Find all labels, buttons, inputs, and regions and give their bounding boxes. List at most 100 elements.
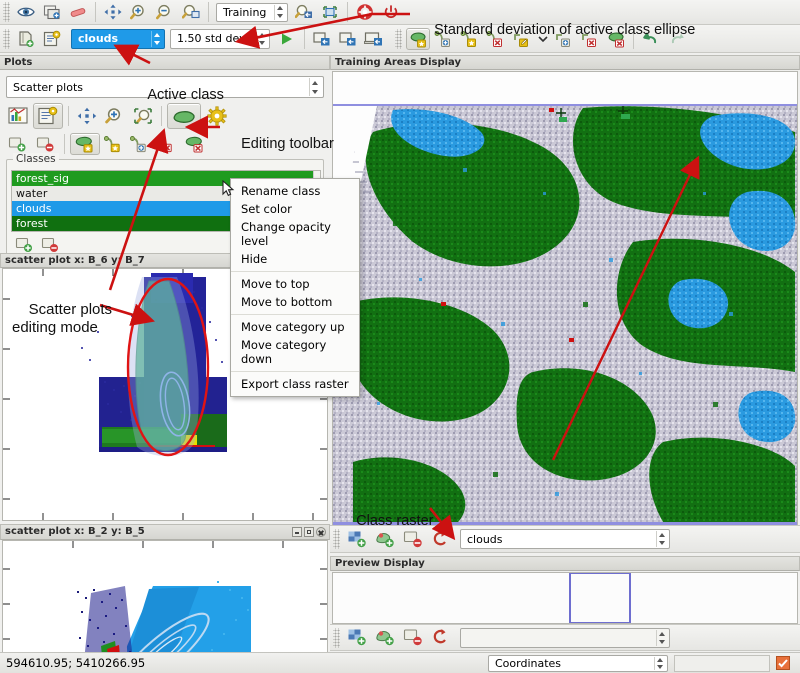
remove-layer-icon[interactable] — [400, 626, 426, 650]
statusbar-extra-field[interactable] — [674, 655, 770, 672]
point-move-icon[interactable] — [458, 28, 482, 50]
menu-item-set-color[interactable]: Set color — [231, 200, 359, 218]
std-dev-value: 1.50 std dev — [177, 32, 246, 45]
training-toolbar-grip[interactable] — [3, 29, 10, 49]
menu-item-move-to-top[interactable]: Move to top — [231, 275, 359, 293]
class-context-menu[interactable]: Rename class Set color Change opacity le… — [230, 178, 360, 397]
add-raster-icon[interactable] — [344, 527, 370, 551]
preview-layer-select[interactable] — [460, 628, 670, 648]
plot-zoom-icon[interactable] — [102, 103, 128, 129]
active-class-select[interactable]: clouds — [71, 29, 165, 49]
context-menu-group: Rename class Set color Change opacity le… — [231, 182, 359, 268]
undo-sep — [633, 29, 634, 49]
line-edit-icon[interactable] — [510, 28, 534, 50]
minimize-icon[interactable] — [292, 527, 302, 537]
preview-toolbar-grip[interactable] — [333, 628, 340, 648]
std-dev-field[interactable]: 1.50 std dev — [170, 29, 270, 49]
edit-toolbar-grip[interactable] — [395, 29, 402, 49]
main-toolbar: Training — [0, 0, 800, 25]
polygon-delete-icon[interactable] — [604, 28, 628, 50]
toolbar-separator-3 — [347, 2, 348, 22]
dropdown-caret-icon[interactable] — [536, 28, 550, 50]
plot-toolbar-sep — [68, 106, 69, 126]
statusbar-checkbox[interactable] — [776, 656, 790, 670]
training-map-toolbar-grip[interactable] — [333, 529, 340, 549]
zoom-out-icon[interactable] — [153, 1, 177, 23]
power-icon[interactable] — [379, 1, 403, 23]
statusbar-mode-select[interactable]: Coordinates — [488, 655, 668, 672]
run-icon[interactable] — [275, 28, 299, 50]
polygon-draw-icon[interactable] — [70, 133, 100, 155]
remove-class-button[interactable] — [38, 234, 62, 254]
status-bar: 594610.95; 5410266.95 Coordinates — [0, 652, 800, 673]
line-delete-icon[interactable] — [578, 28, 602, 50]
polygon-remove-icon[interactable] — [180, 133, 210, 155]
toolbar-grip[interactable] — [3, 2, 10, 22]
class-raster-spinner[interactable] — [656, 531, 667, 547]
line-add-icon[interactable] — [552, 28, 576, 50]
add-vector-icon[interactable] — [372, 626, 398, 650]
plot-type-select[interactable]: Scatter plots — [6, 76, 324, 98]
point-delete-icon[interactable] — [484, 28, 508, 50]
eye-icon[interactable] — [14, 1, 38, 23]
training-properties-icon[interactable] — [40, 28, 64, 50]
plot-pan-icon[interactable] — [74, 103, 100, 129]
eraser-icon[interactable] — [66, 1, 90, 23]
class-add-icon[interactable] — [5, 133, 31, 155]
statusbar-mode-spinner[interactable] — [654, 657, 665, 670]
plot-fit-icon[interactable] — [130, 103, 156, 129]
calculate-signature-icon[interactable] — [362, 28, 386, 50]
remove-layer-icon[interactable] — [400, 527, 426, 551]
vertex-move-icon[interactable] — [128, 133, 152, 155]
menu-item-change-opacity-level[interactable]: Change opacity level — [231, 218, 359, 250]
preview-panel-title-label: Preview Display — [335, 557, 425, 571]
std-dev-spinner[interactable] — [256, 31, 267, 47]
plot-chart-icon[interactable] — [5, 103, 31, 129]
menu-item-move-to-bottom[interactable]: Move to bottom — [231, 293, 359, 311]
zoom-selection-icon[interactable] — [292, 1, 316, 23]
mode-select-spinner[interactable] — [274, 5, 285, 20]
class-raster-select[interactable]: clouds — [460, 529, 670, 549]
copy-to-signature-icon[interactable] — [310, 28, 334, 50]
menu-item-export-class-raster[interactable]: Export class raster — [231, 375, 359, 393]
open-training-input-icon[interactable] — [14, 28, 38, 50]
menu-item-rename-class[interactable]: Rename class — [231, 182, 359, 200]
fit-icon[interactable] — [318, 1, 342, 23]
mode-select[interactable]: Training — [216, 3, 288, 22]
add-class-button[interactable] — [12, 234, 36, 254]
training-areas-map[interactable] — [332, 71, 798, 537]
vertex-add-icon[interactable] — [102, 133, 126, 155]
add-vector-icon[interactable] — [372, 527, 398, 551]
layer-add-icon[interactable] — [40, 1, 64, 23]
zoom-in-icon[interactable] — [127, 1, 151, 23]
menu-item-move-category-down[interactable]: Move category down — [231, 336, 359, 368]
plot-settings-icon[interactable] — [33, 103, 63, 129]
redraw-icon[interactable] — [428, 626, 454, 650]
statusbar-mode-value: Coordinates — [495, 657, 561, 670]
preview-layer-spinner[interactable] — [656, 630, 667, 646]
class-remove-icon[interactable] — [33, 133, 59, 155]
preview-map[interactable] — [332, 572, 798, 624]
help-icon[interactable] — [353, 1, 377, 23]
plot-type-spinner[interactable] — [309, 78, 320, 96]
redo-icon[interactable] — [665, 28, 689, 50]
pan-icon[interactable] — [101, 1, 125, 23]
merge-signature-icon[interactable] — [336, 28, 360, 50]
redraw-icon[interactable] — [428, 527, 454, 551]
menu-item-hide[interactable]: Hide — [231, 250, 359, 268]
undo-icon[interactable] — [639, 28, 663, 50]
maximize-icon[interactable] — [304, 527, 314, 537]
add-raster-icon[interactable] — [344, 626, 370, 650]
close-icon[interactable] — [316, 527, 326, 537]
active-class-spinner[interactable] — [151, 31, 162, 47]
zoom-extent-icon[interactable] — [179, 1, 203, 23]
training-sep — [304, 29, 305, 49]
plot-polygon-icon[interactable] — [167, 103, 201, 129]
context-menu-group: Move to top Move to bottom — [231, 275, 359, 311]
point-add-icon[interactable] — [432, 28, 456, 50]
polygon-active-icon[interactable] — [406, 28, 430, 50]
plot-gear-icon[interactable] — [203, 103, 231, 129]
menu-item-move-category-up[interactable]: Move category up — [231, 318, 359, 336]
vertex-delete-icon[interactable] — [154, 133, 178, 155]
menu-separator — [231, 314, 359, 315]
